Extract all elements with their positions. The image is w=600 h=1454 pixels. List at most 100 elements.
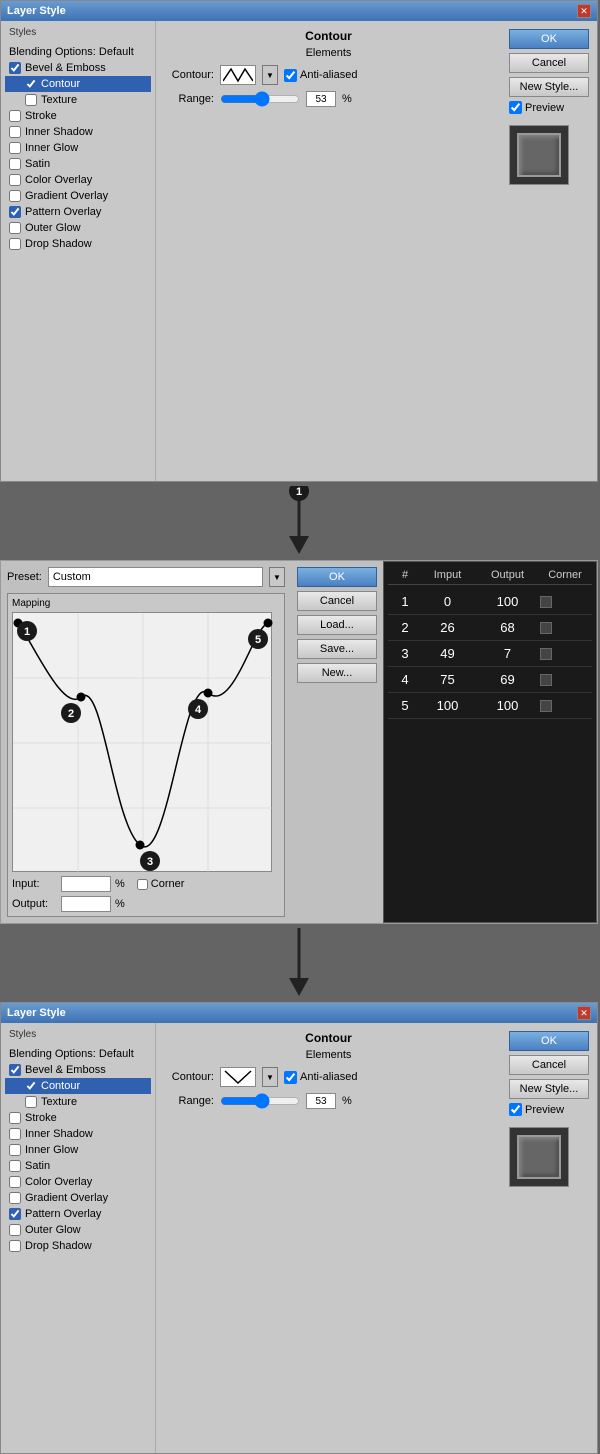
bottom-sidebar-blending[interactable]: Blending Options: Default: [5, 1046, 151, 1062]
row3-corner-check[interactable]: [540, 648, 552, 660]
sidebar-satin[interactable]: Satin: [5, 156, 151, 172]
bottom-inner-shadow-label: Inner Shadow: [25, 1128, 93, 1140]
row4-corner-check[interactable]: [540, 674, 552, 686]
bottom-gradient-overlay-checkbox[interactable]: [9, 1192, 21, 1204]
ok-button-top[interactable]: OK: [509, 29, 589, 49]
preset-dropdown-button[interactable]: ▼: [269, 567, 285, 587]
bottom-sidebar-inner-glow[interactable]: Inner Glow: [5, 1142, 151, 1158]
bottom-sidebar-gradient-overlay[interactable]: Gradient Overlay: [5, 1190, 151, 1206]
new-style-button-bottom[interactable]: New Style...: [509, 1079, 589, 1099]
satin-checkbox[interactable]: [9, 158, 21, 170]
anti-alias-checkbox[interactable]: [284, 69, 297, 82]
table-row: 2 26 68: [388, 615, 592, 641]
inner-shadow-checkbox[interactable]: [9, 126, 21, 138]
color-overlay-checkbox[interactable]: [9, 174, 21, 186]
bottom-anti-alias-checkbox[interactable]: [284, 1071, 297, 1084]
ok-button-bottom[interactable]: OK: [509, 1031, 589, 1051]
col-input: Imput: [420, 569, 475, 581]
curve-save-button[interactable]: Save...: [297, 639, 377, 659]
outer-glow-label: Outer Glow: [25, 222, 81, 234]
bottom-sidebar-inner-shadow[interactable]: Inner Shadow: [5, 1126, 151, 1142]
arrow-bottom-svg: [284, 928, 314, 998]
curve-svg: 1 2 3 4 5: [13, 613, 273, 873]
texture-checkbox[interactable]: [25, 94, 37, 106]
top-right-buttons: OK Cancel New Style... Preview: [501, 21, 597, 481]
sidebar-drop-shadow[interactable]: Drop Shadow: [5, 236, 151, 252]
bottom-close-button[interactable]: ✕: [577, 1006, 591, 1020]
sidebar-bevel-emboss[interactable]: Bevel & Emboss: [5, 60, 151, 76]
cancel-button-top[interactable]: Cancel: [509, 53, 589, 73]
new-style-button-top[interactable]: New Style...: [509, 77, 589, 97]
drop-shadow-checkbox[interactable]: [9, 238, 21, 250]
bottom-sidebar-pattern-overlay[interactable]: Pattern Overlay: [5, 1206, 151, 1222]
sidebar-stroke[interactable]: Stroke: [5, 108, 151, 124]
sidebar-texture[interactable]: Texture: [5, 92, 151, 108]
stroke-checkbox[interactable]: [9, 110, 21, 122]
bottom-bevel-emboss-checkbox[interactable]: [9, 1064, 21, 1076]
sidebar-inner-shadow[interactable]: Inner Shadow: [5, 124, 151, 140]
bottom-stroke-checkbox[interactable]: [9, 1112, 21, 1124]
contour-dropdown-button[interactable]: ▼: [262, 65, 278, 85]
contour-checkbox[interactable]: [25, 78, 37, 90]
sidebar-blending[interactable]: Blending Options: Default: [5, 44, 151, 60]
row5-corner-check[interactable]: [540, 700, 552, 712]
bottom-sidebar-contour[interactable]: Contour: [5, 1078, 151, 1094]
sidebar-inner-glow[interactable]: Inner Glow: [5, 140, 151, 156]
bottom-sidebar-bevel-emboss[interactable]: Bevel & Emboss: [5, 1062, 151, 1078]
bottom-sidebar-stroke[interactable]: Stroke: [5, 1110, 151, 1126]
sidebar-pattern-overlay[interactable]: Pattern Overlay: [5, 204, 151, 220]
gradient-overlay-checkbox[interactable]: [9, 190, 21, 202]
color-overlay-label: Color Overlay: [25, 174, 92, 186]
bottom-drop-shadow-checkbox[interactable]: [9, 1240, 21, 1252]
bottom-range-slider[interactable]: [220, 1093, 300, 1109]
row2-corner-check[interactable]: [540, 622, 552, 634]
row1-corner-check[interactable]: [540, 596, 552, 608]
input-field[interactable]: [61, 876, 111, 892]
preview-checkbox-top[interactable]: [509, 101, 522, 114]
bottom-sidebar-texture[interactable]: Texture: [5, 1094, 151, 1110]
contour-selector-row: Contour: ▼ Anti-aliased: [164, 65, 493, 85]
close-button[interactable]: ✕: [577, 4, 591, 18]
contour-title: Contour: [164, 29, 493, 43]
bevel-emboss-checkbox[interactable]: [9, 62, 21, 74]
row3-output: 7: [475, 646, 540, 661]
inner-glow-checkbox[interactable]: [9, 142, 21, 154]
sidebar-contour[interactable]: Contour: [5, 76, 151, 92]
range-slider[interactable]: [220, 91, 300, 107]
sidebar-outer-glow[interactable]: Outer Glow: [5, 220, 151, 236]
corner-check: Corner: [137, 878, 185, 890]
contour-preview-box[interactable]: [220, 65, 256, 85]
curve-cancel-button[interactable]: Cancel: [297, 591, 377, 611]
bottom-layer-style-panel: Layer Style ✕ Styles Blending Options: D…: [0, 1002, 598, 1454]
curve-new-button[interactable]: New...: [297, 663, 377, 683]
outer-glow-checkbox[interactable]: [9, 222, 21, 234]
preview-box-top: [509, 125, 569, 185]
bottom-color-overlay-checkbox[interactable]: [9, 1176, 21, 1188]
cancel-button-bottom[interactable]: Cancel: [509, 1055, 589, 1075]
preset-value[interactable]: Custom: [48, 567, 263, 587]
bottom-contour-checkbox[interactable]: [25, 1080, 37, 1092]
curve-ok-button[interactable]: OK: [297, 567, 377, 587]
output-field[interactable]: [61, 896, 111, 912]
sidebar-color-overlay[interactable]: Color Overlay: [5, 172, 151, 188]
bottom-sidebar-drop-shadow[interactable]: Drop Shadow: [5, 1238, 151, 1254]
bottom-satin-checkbox[interactable]: [9, 1160, 21, 1172]
bottom-inner-shadow-checkbox[interactable]: [9, 1128, 21, 1140]
bottom-sidebar-color-overlay[interactable]: Color Overlay: [5, 1174, 151, 1190]
bottom-sidebar-satin[interactable]: Satin: [5, 1158, 151, 1174]
bottom-outer-glow-checkbox[interactable]: [9, 1224, 21, 1236]
pattern-overlay-checkbox[interactable]: [9, 206, 21, 218]
preview-checkbox-bottom[interactable]: [509, 1103, 522, 1116]
bottom-sidebar-outer-glow[interactable]: Outer Glow: [5, 1222, 151, 1238]
bottom-contour-dropdown-button[interactable]: ▼: [262, 1067, 278, 1087]
curve-load-button[interactable]: Load...: [297, 615, 377, 635]
curve-canvas-area[interactable]: 1 2 3 4 5: [12, 612, 272, 872]
bottom-pattern-overlay-checkbox[interactable]: [9, 1208, 21, 1220]
top-sidebar: Styles Blending Options: Default Bevel &…: [1, 21, 156, 481]
corner-checkbox[interactable]: [137, 879, 148, 890]
bottom-contour-preview-box[interactable]: [220, 1067, 256, 1087]
arrow-top: 1: [0, 482, 598, 560]
bottom-inner-glow-checkbox[interactable]: [9, 1144, 21, 1156]
sidebar-gradient-overlay[interactable]: Gradient Overlay: [5, 188, 151, 204]
bottom-texture-checkbox[interactable]: [25, 1096, 37, 1108]
